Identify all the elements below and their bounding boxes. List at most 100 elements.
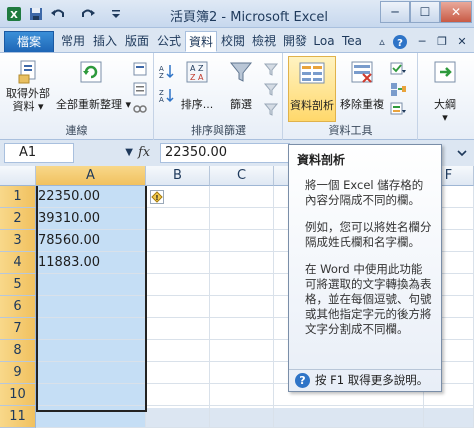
save-icon[interactable] — [28, 6, 44, 22]
customize-qat-icon[interactable] — [108, 6, 124, 22]
sort-za-icon[interactable]: ZA — [159, 87, 175, 103]
remove-duplicates-button[interactable]: 移除重複 — [338, 59, 386, 111]
row-header[interactable]: 10 — [0, 384, 36, 406]
redo-icon[interactable] — [80, 6, 96, 22]
expand-formula-bar-icon[interactable] — [455, 146, 469, 160]
tab-page-layout[interactable]: 版面 — [122, 31, 152, 52]
name-box[interactable]: A1 ▼ — [4, 143, 133, 163]
name-box-dropdown-icon[interactable]: ▼ — [125, 144, 133, 162]
cell-b-8[interactable] — [146, 340, 210, 362]
cell-f-11[interactable] — [424, 406, 474, 428]
row-header[interactable]: 9 — [0, 362, 36, 384]
properties-icon[interactable] — [132, 81, 148, 97]
cell-c-2[interactable] — [210, 208, 274, 230]
tab-load[interactable]: Loa — [311, 31, 337, 52]
clear-filter-icon[interactable] — [263, 61, 279, 77]
tab-review[interactable]: 校閱 — [218, 31, 248, 52]
cell-c-5[interactable] — [210, 274, 274, 296]
text-to-columns-button[interactable]: 資料剖析 — [288, 56, 336, 122]
tab-team[interactable]: Tea — [339, 31, 365, 52]
smart-tag-button[interactable]: ! — [150, 190, 164, 204]
cell-c-8[interactable] — [210, 340, 274, 362]
filter-button[interactable]: 篩選 — [223, 59, 259, 111]
row-header[interactable]: 5 — [0, 274, 36, 296]
tab-view[interactable]: 檢視 — [249, 31, 279, 52]
column-header-c[interactable]: C — [210, 166, 274, 186]
row-header[interactable]: 4 — [0, 252, 36, 274]
cell-a-1[interactable]: 22350.00 — [36, 186, 146, 208]
cell-c-10[interactable] — [210, 384, 274, 406]
cell-c-9[interactable] — [210, 362, 274, 384]
cell-a-6[interactable] — [36, 296, 146, 318]
excel-app-icon[interactable]: X — [6, 6, 22, 22]
screen-tip: 資料剖析 將一個 Excel 儲存格的內容分隔成不同的欄。 例如，您可以將姓名欄… — [288, 144, 442, 392]
cell-b-9[interactable] — [146, 362, 210, 384]
cell-a-4[interactable]: 11883.00 — [36, 252, 146, 274]
cell-a-9[interactable] — [36, 362, 146, 384]
row-header[interactable]: 1 — [0, 186, 36, 208]
tab-formulas[interactable]: 公式 — [154, 31, 184, 52]
cell-a-3[interactable]: 78560.00 — [36, 230, 146, 252]
ribbon-collapse-icon[interactable]: ▵ — [374, 34, 390, 50]
row-header[interactable]: 7 — [0, 318, 36, 340]
minimize-button[interactable]: ─ — [380, 1, 410, 23]
insert-function-button[interactable]: fx — [138, 145, 150, 160]
select-all-corner[interactable] — [0, 166, 36, 186]
cell-b-6[interactable] — [146, 296, 210, 318]
cell-de-11[interactable] — [274, 406, 424, 428]
cell-b-11[interactable] — [146, 406, 210, 428]
cell-a-11[interactable] — [36, 406, 146, 428]
tab-developer[interactable]: 開發 — [280, 31, 310, 52]
cell-b-3[interactable] — [146, 230, 210, 252]
get-external-data-button[interactable]: 取得外部 資料 ▾ — [4, 59, 52, 113]
advanced-filter-icon[interactable] — [263, 101, 279, 117]
cell-a-2[interactable]: 39310.00 — [36, 208, 146, 230]
edit-links-icon[interactable] — [132, 101, 148, 117]
cell-a-5[interactable] — [36, 274, 146, 296]
close-button[interactable]: ✕ — [440, 1, 472, 23]
cell-c-1[interactable] — [210, 186, 274, 208]
row-header[interactable]: 2 — [0, 208, 36, 230]
data-validation-icon[interactable] — [390, 61, 406, 77]
row-header[interactable]: 11 — [0, 406, 36, 428]
formula-input[interactable]: 22350.00 — [160, 143, 290, 163]
cell-a-10[interactable] — [36, 384, 146, 406]
cell-a-8[interactable] — [36, 340, 146, 362]
cell-a-7[interactable] — [36, 318, 146, 340]
tab-data[interactable]: 資料 — [185, 31, 217, 52]
sort-button[interactable]: A Z Z A 排序... — [177, 59, 217, 111]
cell-c-7[interactable] — [210, 318, 274, 340]
consolidate-icon[interactable] — [390, 81, 406, 97]
group-data-tools: 資料剖析 移除重複 資料工具 — [284, 53, 418, 140]
cell-b-5[interactable] — [146, 274, 210, 296]
row-header[interactable]: 8 — [0, 340, 36, 362]
cell-c-3[interactable] — [210, 230, 274, 252]
connections-icon[interactable] — [132, 61, 148, 77]
what-if-analysis-icon[interactable] — [390, 101, 406, 117]
doc-restore-icon[interactable]: ❐ — [434, 34, 450, 50]
cell-c-6[interactable] — [210, 296, 274, 318]
cell-b-7[interactable] — [146, 318, 210, 340]
row-header[interactable]: 6 — [0, 296, 36, 318]
tab-file[interactable]: 檔案 — [4, 31, 54, 52]
cell-c-4[interactable] — [210, 252, 274, 274]
doc-close-icon[interactable]: ✕ — [454, 34, 470, 50]
cell-c-11[interactable] — [210, 406, 274, 428]
cell-b-4[interactable] — [146, 252, 210, 274]
maximize-button[interactable]: ☐ — [410, 1, 440, 23]
cell-b-2[interactable] — [146, 208, 210, 230]
doc-minimize-icon[interactable]: ─ — [414, 34, 430, 50]
row-header[interactable]: 3 — [0, 230, 36, 252]
sort-az-icon[interactable]: AZ — [159, 63, 175, 79]
tooltip-example: 例如，您可以將姓名欄分隔成姓氏欄和名字欄。 — [305, 220, 432, 249]
outline-button[interactable]: 大綱 ▾ — [423, 59, 467, 124]
tab-home[interactable]: 常用 — [58, 31, 88, 52]
refresh-all-button[interactable]: 全部重新整理 ▾ — [56, 59, 131, 111]
undo-icon[interactable] — [50, 6, 66, 22]
cell-b-10[interactable] — [146, 384, 210, 406]
reapply-filter-icon[interactable] — [263, 81, 279, 97]
tab-insert[interactable]: 插入 — [90, 31, 120, 52]
column-header-a[interactable]: A — [36, 166, 146, 186]
help-icon[interactable]: ? — [392, 34, 408, 50]
column-header-b[interactable]: B — [146, 166, 210, 186]
